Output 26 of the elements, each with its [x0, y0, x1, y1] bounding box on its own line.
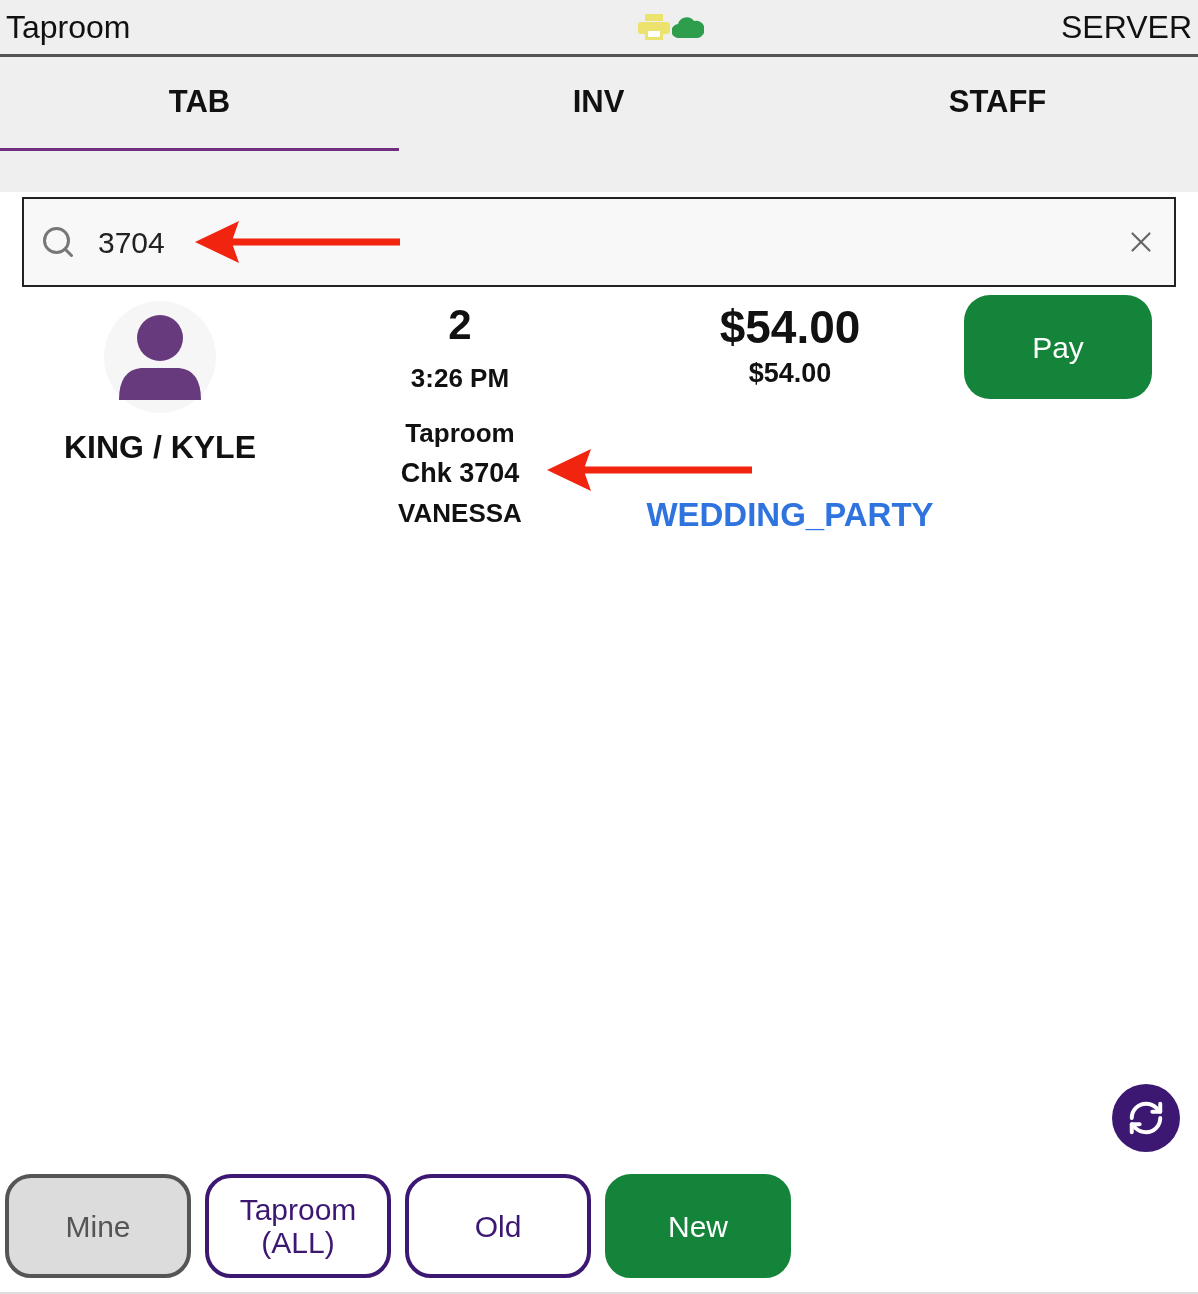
guest-count: 2	[448, 301, 472, 349]
filter-button[interactable]: Mine	[5, 1174, 191, 1278]
search-icon	[40, 224, 76, 260]
customer-name: KING / KYLE	[64, 428, 256, 467]
cloud-icon	[671, 16, 704, 38]
tab-subtotal: $54.00	[748, 357, 832, 390]
check-number: Chk 3704	[400, 458, 520, 488]
search-field[interactable]: 3704	[22, 197, 1176, 287]
tab[interactable]: INV	[399, 57, 798, 151]
app-title: Taproom	[6, 8, 131, 47]
tab[interactable]: STAFF	[798, 57, 1197, 151]
person-icon	[119, 314, 201, 400]
filter-button[interactable]: Old	[405, 1174, 591, 1278]
printer-icon	[637, 14, 670, 40]
tab-time: 3:26 PM	[410, 362, 510, 395]
tab-location: Taproom	[405, 417, 515, 450]
search-value: 3704	[98, 224, 165, 261]
new-button[interactable]: New	[605, 1174, 791, 1278]
tab-tag: WEDDING_PARTY	[646, 489, 934, 539]
server-name: VANESSA	[398, 496, 522, 530]
pay-button[interactable]: Pay	[964, 295, 1152, 399]
tab[interactable]: TAB	[0, 57, 399, 151]
role-label: SERVER	[1060, 8, 1192, 47]
tab-total: $54.00	[719, 301, 861, 353]
filter-button[interactable]: Taproom (ALL)	[205, 1174, 391, 1278]
refresh-icon	[1127, 1099, 1165, 1137]
